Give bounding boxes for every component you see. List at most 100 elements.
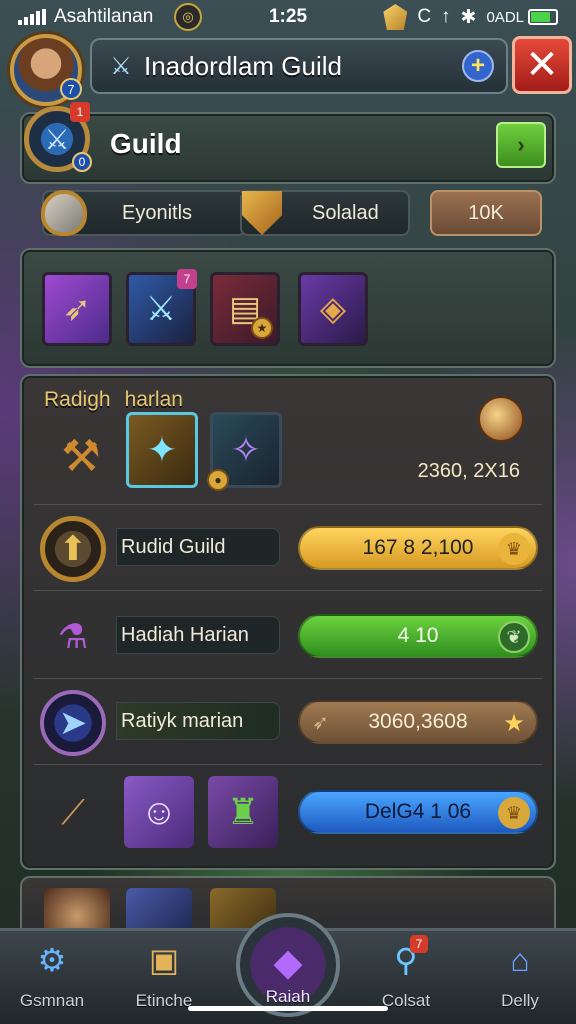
rewards-panel: Radigh harlan ⚒ ✦ ✧ ● 2360, 2X16 ⬆ Rudid … — [20, 374, 556, 870]
heading-right: harlan — [124, 388, 183, 411]
header: 7 ⚔ Inadordlam Guild + ✕ — [6, 34, 572, 106]
pill-value: 3060,3608 — [368, 710, 468, 733]
row-label: Rudid Guild — [116, 528, 280, 566]
reward-card-sword[interactable]: ✦ — [126, 412, 198, 488]
claim-button[interactable]: DelG4 1 06 ♛ — [298, 790, 538, 834]
claim-button[interactable]: 167 8 2,100 ♛ — [298, 526, 538, 570]
guild-emblem-icon: ⬆ — [40, 516, 106, 582]
player-avatar[interactable]: 7 — [10, 34, 82, 106]
close-button[interactable]: ✕ — [512, 36, 572, 94]
divider — [34, 678, 542, 679]
reward-row[interactable]: ⟋ ☺ ♜ DelG4 1 06 ♛ — [22, 774, 558, 850]
chevron-right-icon: › — [517, 132, 525, 157]
blue-sword-item[interactable]: ⚔ 7 — [126, 269, 197, 346]
crown-icon: ♛ — [498, 533, 530, 565]
guild-panel: ⚔ 1 0 Guild › — [20, 102, 556, 184]
reward-card-gauntlet[interactable]: ✧ ● — [207, 412, 282, 491]
battery-icon — [528, 9, 558, 25]
guild-next-button[interactable]: › — [496, 122, 546, 168]
tab-label: Delly — [501, 991, 539, 1010]
arrow-small-icon: ➶ — [312, 712, 329, 734]
tab-label: Colsat — [381, 991, 431, 1010]
stat-members[interactable]: Eyonitls — [41, 190, 246, 236]
shield-icon — [38, 186, 90, 240]
guild-emblem[interactable]: ⚔ 1 0 — [24, 102, 92, 180]
stat-rank[interactable]: Solalad — [240, 190, 410, 236]
tab-raiah[interactable]: ◆ Raiah — [236, 913, 340, 1017]
guild-title: Guild — [110, 128, 182, 159]
close-icon: ✕ — [525, 43, 559, 87]
bluetooth-icon: ✱ — [460, 6, 477, 28]
reward-row[interactable]: ⬆ Rudid Guild 167 8 2,100 ♛ — [22, 510, 558, 586]
tab-gsmnan[interactable]: ⚙ Gsmnan — [2, 937, 102, 1017]
divider — [34, 590, 542, 591]
arrow-emblem-icon: ➤ — [40, 690, 106, 756]
row-label: Hadiah Harian — [116, 616, 280, 654]
home-indicator[interactable] — [188, 1006, 388, 1011]
hero-card[interactable]: ☺ — [124, 776, 194, 848]
helmet-icon: ♜ — [226, 791, 260, 832]
reward-row[interactable]: ➤ Ratiyk marian ➶ 3060,3608 ★ — [22, 684, 558, 760]
sword-icon: ⚔ — [110, 52, 132, 80]
title-bar: ⚔ Inadordlam Guild + — [90, 38, 508, 94]
carrier-name: Asahtilanan — [54, 6, 154, 27]
tab-etinche[interactable]: ▣ Etinche — [114, 937, 214, 1017]
claim-button[interactable]: ➶ 3060,3608 ★ — [298, 700, 538, 744]
treasure-chest-item[interactable]: ◈ — [298, 272, 368, 346]
sword-icon: ⚔ — [145, 290, 177, 328]
item-badge: 7 — [177, 269, 197, 289]
tab-label: Etinche — [135, 991, 193, 1010]
chest-icon: ▣ — [148, 942, 180, 978]
stat-label: Eyonitls — [122, 201, 193, 224]
stat-label: Solalad — [312, 201, 379, 224]
battery-label: 0ADL — [486, 8, 524, 26]
coin-icon: ★ — [251, 317, 273, 339]
items-panel: ➶ ⚔ 7 ▤ ★ ◈ — [20, 248, 556, 368]
star-icon: ★ — [503, 709, 525, 737]
signal-icon — [18, 9, 46, 25]
avatar-level-badge: 7 — [60, 78, 82, 100]
tab-delly[interactable]: ⌂ Delly — [470, 937, 570, 1017]
spellbook-item[interactable]: ▤ ★ — [210, 272, 280, 346]
page-title: Inadordlam Guild — [144, 50, 342, 81]
shop-icon: ⌂ — [510, 941, 530, 978]
gear-shield-icon: ⚙ — [37, 942, 67, 978]
crystal-icon: ◆ — [273, 941, 303, 984]
reward-row[interactable]: ⚗ Hadiah Harian 4 10 ❦ — [22, 598, 558, 674]
divider — [34, 764, 542, 765]
divider — [34, 504, 542, 505]
orb-icon — [478, 396, 524, 442]
stat-label: 10K — [468, 201, 504, 224]
battery-indicator: 0ADL — [486, 9, 558, 26]
claim-button[interactable]: 4 10 ❦ — [298, 614, 538, 658]
crossbow-item[interactable]: ➶ — [42, 272, 112, 346]
pill-value: DelG4 1 06 — [364, 800, 472, 823]
rewards-total: 2360, 2X16 — [417, 460, 520, 482]
tab-badge: 7 — [410, 935, 428, 953]
hero-portrait-icon: ☺ — [140, 791, 178, 832]
blade-icon: ⟋ — [61, 793, 85, 832]
chest-icon: ◈ — [319, 290, 347, 328]
notification-badge: 1 — [70, 102, 90, 122]
rewards-heading: Radigh harlan — [44, 388, 183, 412]
plus-icon[interactable]: + — [462, 50, 494, 82]
leaf-icon: ❦ — [498, 621, 530, 653]
stats-row: Eyonitls Solalad 10K — [20, 190, 556, 240]
stat-power[interactable]: 10K — [430, 190, 542, 236]
heading-left: Radigh — [44, 388, 111, 411]
row-label: Ratiyk marian — [116, 702, 280, 740]
gem-icon — [383, 4, 408, 30]
tab-colsat[interactable]: ⚲ 7 Colsat — [356, 935, 456, 1017]
crown-icon: ♛ — [498, 797, 530, 829]
gauntlet-icon: ✧ — [230, 429, 262, 470]
pill-value: 167 8 2,100 — [362, 536, 474, 559]
app-badge-icon: ◎ — [174, 3, 202, 31]
tab-label: Raiah — [265, 987, 311, 1006]
crossbow-icon: ➶ — [62, 290, 92, 328]
sword-icon: ✦ — [146, 429, 178, 470]
pill-value: 4 10 — [397, 624, 439, 647]
status-bar: Asahtilanan ◎ 1:25 C ↑ ✱ 0ADL — [0, 0, 576, 34]
helmet-card[interactable]: ♜ — [208, 776, 278, 848]
tab-label: Gsmnan — [19, 991, 85, 1010]
network-icon: ↑ — [441, 6, 451, 27]
